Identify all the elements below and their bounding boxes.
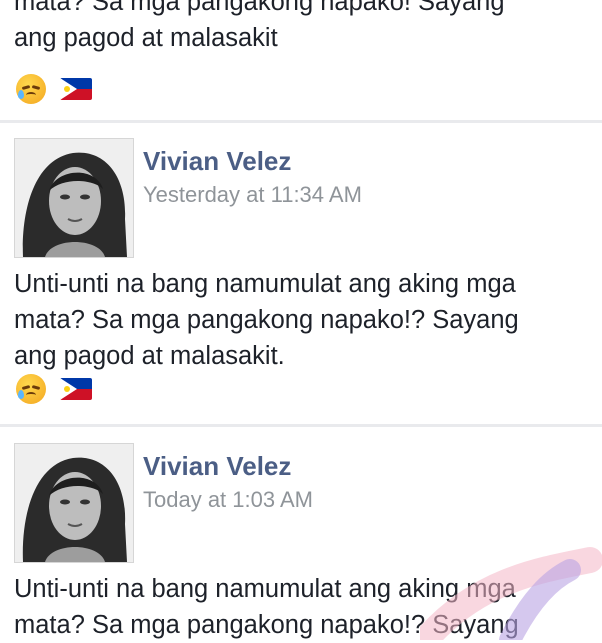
post-timestamp[interactable]: Yesterday at 11:34 AM	[143, 182, 362, 208]
philippines-flag-icon	[60, 78, 92, 100]
author-name[interactable]: Vivian Velez	[143, 146, 291, 177]
crying-face-emoji-icon	[16, 74, 46, 104]
crying-face-emoji-icon	[16, 374, 46, 404]
emoji-row	[16, 74, 92, 104]
profile-photo-icon	[15, 139, 133, 257]
post-divider	[0, 424, 602, 427]
avatar[interactable]	[14, 443, 134, 563]
post-divider	[0, 120, 602, 123]
post-card: Vivian Velez Yesterday at 11:34 AM Unti-…	[0, 124, 602, 424]
partial-post: mata? Sa mga pangakong napako! Sayang an…	[0, 0, 602, 120]
post-text: mata? Sa mga pangakong napako! Sayang an…	[14, 0, 505, 52]
author-name[interactable]: Vivian Velez	[143, 451, 291, 482]
news-feed: mata? Sa mga pangakong napako! Sayang an…	[0, 0, 602, 640]
post-timestamp[interactable]: Today at 1:03 AM	[143, 487, 313, 513]
philippines-flag-icon	[60, 378, 92, 400]
avatar[interactable]	[14, 138, 134, 258]
watermark-logo-icon	[420, 547, 602, 640]
profile-photo-icon	[15, 444, 133, 562]
post-text: Unti-unti na bang namumulat ang aking mg…	[14, 270, 519, 370]
emoji-row	[16, 374, 92, 404]
